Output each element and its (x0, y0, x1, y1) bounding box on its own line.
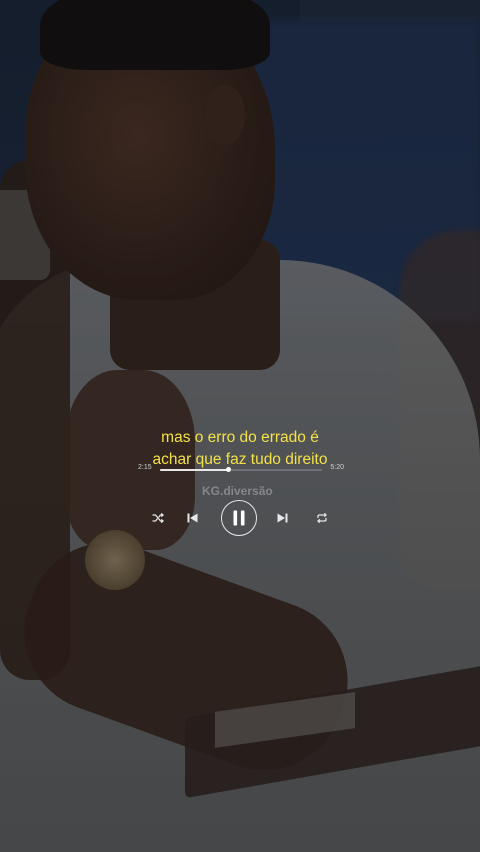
skip-next-icon[interactable] (274, 510, 290, 526)
pause-button[interactable] (221, 500, 257, 536)
repeat-icon[interactable] (314, 510, 330, 526)
dim-overlay (0, 0, 480, 852)
total-time: 5:20 (330, 464, 344, 471)
lyrics-line-1: mas o erro do errado é (161, 429, 319, 446)
progress-track[interactable] (160, 467, 322, 472)
shuffle-icon[interactable] (150, 510, 166, 526)
progress-fill (160, 469, 229, 471)
progress-knob[interactable] (226, 467, 232, 472)
playback-progress: 2:15 5:20 (138, 463, 344, 477)
watermark: KG.diversão (202, 484, 273, 498)
pause-icon (233, 510, 245, 526)
current-time: 2:15 (138, 464, 152, 471)
player-controls (150, 499, 330, 537)
video-background (0, 0, 480, 852)
skip-previous-icon[interactable] (184, 510, 200, 526)
